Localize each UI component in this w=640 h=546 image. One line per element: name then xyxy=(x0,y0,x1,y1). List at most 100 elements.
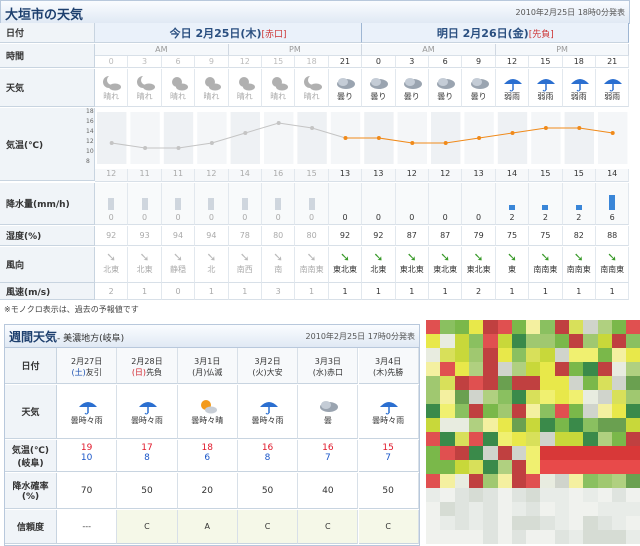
temp-axis-tick: 14 xyxy=(86,128,94,135)
temp-axis-tick: 10 xyxy=(86,148,94,155)
windspeed-value: 1 xyxy=(228,283,262,300)
temp-axis-tick: 8 xyxy=(86,158,90,165)
weather-text: 曇り xyxy=(470,92,487,101)
temp-point xyxy=(109,141,114,145)
weekly-date-cell: 3月2日 (火)大安 xyxy=(237,348,299,384)
precip-value: 2 xyxy=(542,213,548,222)
cloud-weather-icon xyxy=(368,74,389,90)
temp-value: 14 xyxy=(495,169,530,182)
weather-cell: 晴れ xyxy=(128,69,162,107)
cloud-weather-icon xyxy=(402,74,422,90)
moon-weather-icon xyxy=(302,74,322,91)
weather-cell: 曇り xyxy=(328,69,363,107)
weekly-dow: (土) xyxy=(71,368,86,377)
weather-cell: 曇り xyxy=(462,69,496,107)
weekly-dow: (木) xyxy=(373,368,388,377)
wind-cell: ➘ 南南東 xyxy=(295,247,329,283)
weather-cell: 弱雨 xyxy=(495,69,530,107)
weekly-rokuyo: 先負 xyxy=(146,368,163,377)
temp-point xyxy=(510,131,515,135)
weekly-label-reliability: 信頼度 xyxy=(5,510,57,544)
weekly-weather-cell: 曇 xyxy=(298,385,359,439)
temp-sublabel: (岐阜) xyxy=(17,458,44,469)
precip-cell: 2 xyxy=(562,183,596,225)
wind-cell: ➘ 北東 xyxy=(95,247,129,283)
humidity-value: 92 xyxy=(95,226,129,246)
humidity-value: 75 xyxy=(495,226,530,246)
cloud-weather-icon xyxy=(435,74,456,90)
precip-value: 0 xyxy=(409,213,415,222)
row-label-time: 時間 xyxy=(0,44,95,68)
temp-point xyxy=(143,146,148,150)
temp-value: 15 xyxy=(529,169,563,182)
pop-sublabel: (%) xyxy=(21,492,40,502)
weather-cell: 晴れ xyxy=(295,69,329,107)
row-label-humidity: 湿度(%) xyxy=(0,226,95,246)
weekly-header: 週間天気- 美濃地方(岐阜) 2010年2月25日 17時0分発表 xyxy=(5,325,419,348)
sun-weather-icon xyxy=(235,74,255,91)
temp-label: 気温(℃) xyxy=(11,445,50,456)
windspeed-value: 0 xyxy=(161,283,196,300)
precip-value: 2 xyxy=(576,213,582,222)
temp-value: 13 xyxy=(328,169,363,182)
wind-cell: ➘ 静穏 xyxy=(161,247,196,283)
wind-arrow-icon: ➘ xyxy=(172,250,184,264)
weekly-published: 2010年2月25日 17時0分発表 xyxy=(305,332,415,341)
wind-cell: ➘ 北東 xyxy=(128,247,162,283)
humidity-value: 80 xyxy=(295,226,329,246)
temp-value: 14 xyxy=(596,169,630,182)
windspeed-value: 1 xyxy=(328,283,363,300)
weekly-rokuyo: 仏滅 xyxy=(206,368,223,377)
weekly-low-temp: 10 xyxy=(80,453,93,463)
temp-value: 12 xyxy=(429,169,463,182)
weekly-high-temp: 19 xyxy=(80,443,93,453)
weekly-subtitle: - 美濃地方(岐阜) xyxy=(57,334,125,344)
humidity-value: 78 xyxy=(228,226,262,246)
precip-value: 0 xyxy=(108,213,114,222)
weekly-dow: (火) xyxy=(252,368,267,377)
weekly-high-temp: 15 xyxy=(382,443,394,453)
rain-weather-icon xyxy=(137,397,157,415)
weather-text: 曇り xyxy=(336,92,353,101)
temp-value: 12 xyxy=(195,169,229,182)
weekly-date-cell: 3月1日 (月)仏滅 xyxy=(177,348,238,384)
wind-direction: 南南東 xyxy=(566,265,591,274)
wind-direction: 東北東 xyxy=(433,265,458,274)
weekly-temp-cell: 19 10 xyxy=(57,440,118,472)
precip-value: 6 xyxy=(609,213,615,222)
wind-direction: 南南東 xyxy=(299,265,324,274)
wind-cell: ➘ 北 xyxy=(195,247,229,283)
wind-cell: ➘ 南南東 xyxy=(562,247,596,283)
weekly-low-temp: 8 xyxy=(264,453,271,463)
weekly-rokuyo: 先勝 xyxy=(387,368,404,377)
precip-cell: 6 xyxy=(596,183,630,225)
wind-direction: 東北東 xyxy=(399,265,424,274)
past-precip-bar xyxy=(141,198,148,210)
weekly-date: 3月3日 xyxy=(314,357,341,366)
hour-cell: 18 xyxy=(295,56,329,68)
past-precip-bar xyxy=(208,198,215,210)
weather-cell: 弱雨 xyxy=(596,69,630,107)
weather-text: 晴れ xyxy=(136,92,153,101)
weekly-date: 2月28日 xyxy=(131,357,163,366)
wind-direction: 北東 xyxy=(370,265,387,274)
moon-weather-icon xyxy=(101,74,122,91)
blurred-ad-image[interactable] xyxy=(426,320,640,544)
precip-bar xyxy=(575,205,582,210)
windspeed-value: 1 xyxy=(429,283,463,300)
windspeed-value: 2 xyxy=(95,283,129,300)
weather-cell: 曇り xyxy=(429,69,463,107)
wind-direction: 北東 xyxy=(103,265,120,274)
day-rokuyo: [先負] xyxy=(528,30,554,40)
wind-arrow-icon: ➘ xyxy=(573,250,584,264)
wind-cell: ➘ 東北東 xyxy=(395,247,429,283)
weather-text: 晴れ xyxy=(169,92,186,101)
past-precip-bar xyxy=(241,198,248,210)
hour-cell: 9 xyxy=(195,56,229,68)
past-precip-bar xyxy=(308,198,315,210)
weekly-temp-cell: 16 7 xyxy=(298,440,359,472)
weekly-pop: 50 xyxy=(117,473,178,509)
weekly-label-pop: 降水確率 (%) xyxy=(5,473,57,509)
precip-cell: 2 xyxy=(529,183,563,225)
temp-point xyxy=(343,136,348,140)
